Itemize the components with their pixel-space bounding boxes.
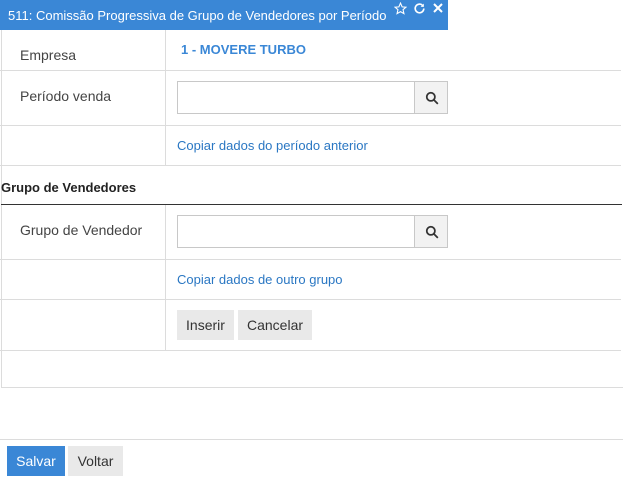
grupo-search-button[interactable] <box>414 215 448 248</box>
window-titlebar: 511: Comissão Progressiva de Grupo de Ve… <box>0 0 448 30</box>
section-title: Grupo de Vendedores <box>1 180 137 195</box>
copiar-grupo-link[interactable]: Copiar dados de outro grupo <box>177 272 343 287</box>
inserir-button[interactable]: Inserir <box>177 310 234 340</box>
actions-row: Inserir Cancelar <box>0 300 621 351</box>
copiar-periodo-row: Copiar dados do período anterior <box>0 126 621 166</box>
grupo-row: Grupo de Vendedor <box>0 205 621 260</box>
salvar-button[interactable]: Salvar <box>7 446 65 476</box>
empresa-label: Empresa <box>20 47 77 63</box>
periodo-input[interactable] <box>177 81 415 114</box>
refresh-icon[interactable] <box>413 2 426 17</box>
footer-divider <box>0 439 623 440</box>
cancelar-button[interactable]: Cancelar <box>238 310 312 340</box>
empresa-row: Empresa 1 - MOVERE TURBO <box>0 30 621 71</box>
search-icon <box>425 91 439 105</box>
search-icon <box>425 225 439 239</box>
empresa-value: 1 - MOVERE TURBO <box>181 42 306 57</box>
window-title: 511: Comissão Progressiva de Grupo de Ve… <box>8 8 387 23</box>
copiar-grupo-row: Copiar dados de outro grupo <box>0 260 621 300</box>
grupo-label: Grupo de Vendedor <box>20 222 143 238</box>
close-icon[interactable] <box>432 2 444 16</box>
copiar-periodo-link[interactable]: Copiar dados do período anterior <box>177 138 368 153</box>
voltar-button[interactable]: Voltar <box>68 446 123 476</box>
periodo-search-button[interactable] <box>414 81 448 114</box>
periodo-label: Período venda <box>20 88 112 104</box>
periodo-row: Período venda <box>0 71 621 126</box>
grupo-input[interactable] <box>177 215 415 248</box>
star-icon[interactable] <box>393 1 408 17</box>
